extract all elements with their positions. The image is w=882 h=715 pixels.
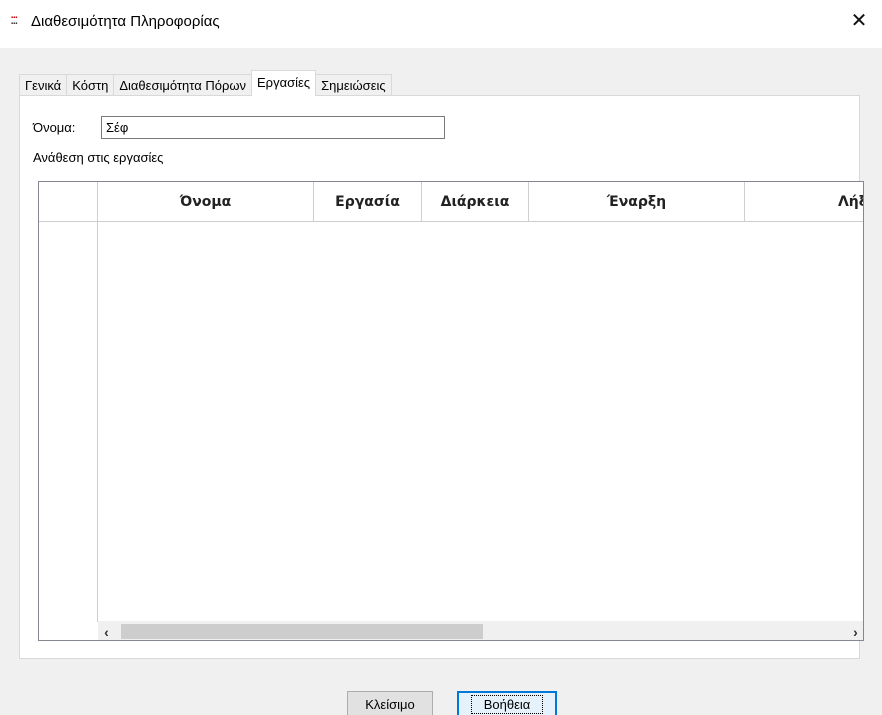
window-title: Διαθεσιμότητα Πληροφορίας <box>31 13 220 30</box>
grid-header: Όνομα Εργασία Διάρκεια Έναρξη Λήξ <box>39 182 863 222</box>
close-button[interactable]: Κλείσιμο <box>347 691 433 715</box>
help-button[interactable]: Βοήθεια <box>457 691 557 715</box>
app-logo-icon: ▪▪▪ ▪▪▪ <box>11 15 18 27</box>
horizontal-scrollbar[interactable]: ‹ › <box>98 621 863 640</box>
dialog-body: Γενικά Κόστη Διαθεσιμότητα Πόρων Εργασίε… <box>0 48 882 715</box>
column-header-duration[interactable]: Διάρκεια <box>422 182 529 222</box>
tab-tasks[interactable]: Εργασίες <box>251 70 317 96</box>
column-header-end[interactable]: Λήξ <box>745 182 863 222</box>
task-assignments-label: Ανάθεση στις εργασίες <box>33 150 164 165</box>
tab-notes[interactable]: Σημειώσεις <box>315 74 392 96</box>
column-header-start[interactable]: Έναρξη <box>529 182 745 222</box>
row-header-corner <box>39 182 98 222</box>
column-header-name[interactable]: Όνομα <box>98 182 314 222</box>
close-icon: ✕ <box>850 9 868 32</box>
name-label: Όνομα: <box>33 120 76 135</box>
scroll-thumb[interactable] <box>121 624 483 639</box>
dialog-window: ▪▪▪ ▪▪▪ Διαθεσιμότητα Πληροφορίας ✕ Γενικ… <box>0 0 882 715</box>
title-bar: ▪▪▪ ▪▪▪ Διαθεσιμότητα Πληροφορίας ✕ <box>0 0 882 48</box>
assignments-grid[interactable]: Όνομα Εργασία Διάρκεια Έναρξη Λήξ ‹ › <box>38 181 864 641</box>
scroll-left-arrow-icon[interactable]: ‹ <box>98 622 115 640</box>
tab-costs[interactable]: Κόστη <box>66 74 115 96</box>
name-input[interactable] <box>101 116 445 139</box>
column-header-task[interactable]: Εργασία <box>314 182 422 222</box>
tab-general[interactable]: Γενικά <box>19 74 68 96</box>
row-header-strip <box>39 222 98 622</box>
close-window-button[interactable]: ✕ <box>836 0 882 40</box>
scroll-right-arrow-icon[interactable]: › <box>847 622 863 640</box>
help-button-label: Βοήθεια <box>470 694 544 714</box>
tab-resource-availability[interactable]: Διαθεσιμότητα Πόρων <box>113 74 253 96</box>
tasks-tab-panel: Όνομα: Ανάθεση στις εργασίες Όνομα Εργασ… <box>19 95 864 659</box>
tab-strip: Γενικά Κόστη Διαθεσιμότητα Πόρων Εργασίε… <box>19 70 392 96</box>
